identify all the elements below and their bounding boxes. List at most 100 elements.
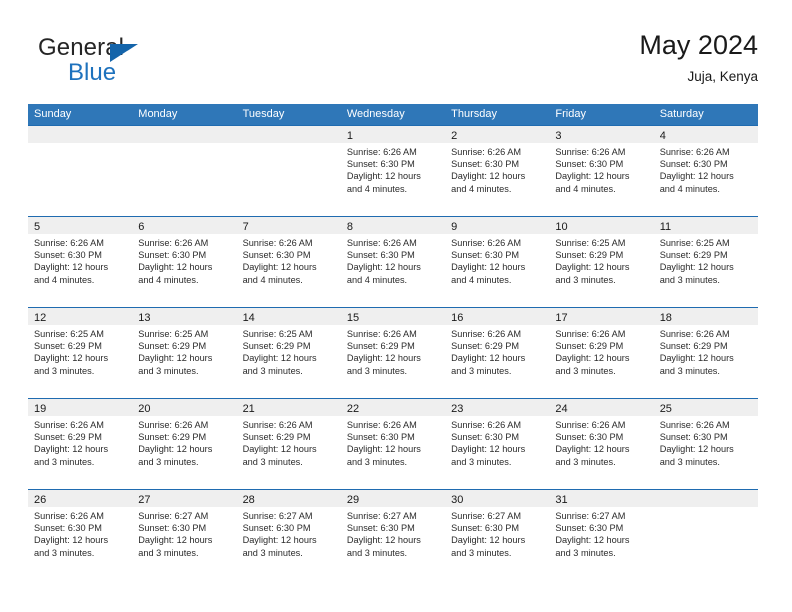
calendar-day-cell[interactable]: 10 Sunrise: 6:25 AM Sunset: 6:29 PM Dayligh… [549, 217, 654, 307]
calendar-day-cell[interactable]: 26 Sunrise: 6:26 AM Sunset: 6:30 PM Dayligh… [28, 490, 133, 580]
calendar-day-cell[interactable]: 21 Sunrise: 6:26 AM Sunset: 6:29 PM Dayligh… [236, 399, 341, 489]
calendar-day-cell-empty [653, 490, 758, 580]
calendar-page: General Blue May 2024 Juja, Kenya Sunday… [0, 0, 792, 612]
day-sun-info: Sunrise: 6:26 AM Sunset: 6:30 PM Daylight:… [445, 416, 549, 468]
day-info-line: Sunset: 6:30 PM [659, 432, 728, 443]
day-info-line: Sunrise: 6:27 AM [451, 511, 522, 521]
brand-logo[interactable]: General Blue [28, 34, 258, 92]
calendar-week-row: 5 Sunrise: 6:26 AM Sunset: 6:30 PM Daylight… [28, 216, 758, 307]
day-info-line: Sunset: 6:30 PM [451, 159, 520, 170]
day-info-line: and 3 minutes. [555, 365, 616, 376]
day-info-line: Daylight: 12 hours [555, 171, 630, 182]
day-number: 15 [346, 312, 360, 324]
day-info-line: Sunset: 6:30 PM [138, 250, 207, 261]
calendar-day-cell[interactable]: 2 Sunrise: 6:26 AM Sunset: 6:30 PM Daylight… [445, 126, 550, 216]
calendar-day-cell-empty [132, 126, 237, 216]
day-sun-info: Sunrise: 6:27 AM Sunset: 6:30 PM Daylight:… [341, 507, 445, 559]
calendar-day-cell[interactable]: 17 Sunrise: 6:26 AM Sunset: 6:29 PM Dayligh… [549, 308, 654, 398]
calendar-day-cell[interactable]: 12 Sunrise: 6:25 AM Sunset: 6:29 PM Dayligh… [28, 308, 133, 398]
day-info-line: and 3 minutes. [555, 547, 616, 558]
calendar-day-cell[interactable]: 9 Sunrise: 6:26 AM Sunset: 6:30 PM Daylight… [445, 217, 550, 307]
calendar-day-cell[interactable]: 20 Sunrise: 6:26 AM Sunset: 6:29 PM Dayligh… [132, 399, 237, 489]
calendar-day-cell[interactable]: 11 Sunrise: 6:25 AM Sunset: 6:29 PM Dayligh… [653, 217, 758, 307]
day-info-line: Sunrise: 6:26 AM [346, 329, 417, 339]
day-info-line: Sunset: 6:29 PM [346, 341, 415, 352]
day-info-line: Sunrise: 6:26 AM [242, 238, 313, 248]
day-number-band: 28 [236, 490, 341, 507]
day-info-line: Daylight: 12 hours [659, 353, 734, 364]
calendar-day-cell[interactable]: 18 Sunrise: 6:26 AM Sunset: 6:29 PM Dayligh… [653, 308, 758, 398]
calendar-day-cell[interactable]: 30 Sunrise: 6:27 AM Sunset: 6:30 PM Dayligh… [445, 490, 550, 580]
day-info-line: Sunset: 6:30 PM [659, 159, 728, 170]
day-number-band: 13 [132, 308, 237, 325]
calendar-day-cell[interactable]: 13 Sunrise: 6:25 AM Sunset: 6:29 PM Dayligh… [132, 308, 237, 398]
day-info-line: Sunrise: 6:26 AM [555, 147, 626, 157]
day-info-line: Daylight: 12 hours [555, 535, 630, 546]
calendar-day-cell[interactable]: 25 Sunrise: 6:26 AM Sunset: 6:30 PM Dayligh… [653, 399, 758, 489]
day-info-line: and 4 minutes. [34, 274, 95, 285]
day-info-line: Daylight: 12 hours [138, 353, 213, 364]
day-number: 20 [138, 403, 151, 415]
day-info-line: Sunrise: 6:26 AM [138, 420, 209, 430]
calendar-day-cell[interactable]: 7 Sunrise: 6:26 AM Sunset: 6:30 PM Daylight… [236, 217, 341, 307]
day-info-line: Daylight: 12 hours [346, 353, 421, 364]
calendar-day-cell[interactable]: 5 Sunrise: 6:26 AM Sunset: 6:30 PM Daylight… [28, 217, 133, 307]
calendar-day-cell[interactable]: 1 Sunrise: 6:26 AM Sunset: 6:30 PM Daylight… [340, 126, 446, 216]
day-number-band: 5 [28, 217, 133, 234]
day-info-line: Sunset: 6:30 PM [451, 250, 520, 261]
day-info-line: Sunset: 6:29 PM [242, 341, 311, 352]
day-number-band [132, 126, 237, 143]
day-number: 11 [659, 221, 672, 233]
day-number: 30 [451, 494, 464, 506]
day-number: 18 [659, 312, 672, 324]
calendar-day-cell[interactable]: 28 Sunrise: 6:27 AM Sunset: 6:30 PM Dayligh… [236, 490, 341, 580]
day-info-line: Sunset: 6:29 PM [555, 250, 624, 261]
day-info-line: and 3 minutes. [34, 547, 95, 558]
calendar-day-cell[interactable]: 24 Sunrise: 6:26 AM Sunset: 6:30 PM Dayligh… [549, 399, 654, 489]
calendar-day-cell[interactable]: 8 Sunrise: 6:26 AM Sunset: 6:30 PM Daylight… [340, 217, 446, 307]
day-number: 1 [346, 130, 353, 142]
calendar-day-cell[interactable]: 31 Sunrise: 6:27 AM Sunset: 6:30 PM Dayligh… [549, 490, 654, 580]
calendar-day-cell[interactable]: 23 Sunrise: 6:26 AM Sunset: 6:30 PM Dayligh… [445, 399, 550, 489]
day-info-line: and 3 minutes. [138, 456, 199, 467]
calendar-day-cell[interactable]: 14 Sunrise: 6:25 AM Sunset: 6:29 PM Dayligh… [236, 308, 341, 398]
calendar-day-cell[interactable]: 16 Sunrise: 6:26 AM Sunset: 6:29 PM Dayligh… [445, 308, 550, 398]
calendar-day-cell[interactable]: 6 Sunrise: 6:26 AM Sunset: 6:30 PM Daylight… [132, 217, 237, 307]
day-info-line: Daylight: 12 hours [451, 262, 526, 273]
day-info-line: Daylight: 12 hours [346, 262, 421, 273]
day-info-line: Sunset: 6:29 PM [242, 432, 311, 443]
calendar-day-cell[interactable]: 22 Sunrise: 6:26 AM Sunset: 6:30 PM Dayligh… [340, 399, 446, 489]
calendar-day-cell[interactable]: 19 Sunrise: 6:26 AM Sunset: 6:29 PM Dayligh… [28, 399, 133, 489]
day-info-line: and 4 minutes. [451, 183, 512, 194]
day-number-band: 7 [236, 217, 341, 234]
day-number-band: 14 [236, 308, 341, 325]
calendar-day-cell[interactable]: 15 Sunrise: 6:26 AM Sunset: 6:29 PM Dayligh… [340, 308, 446, 398]
day-info-line: Sunset: 6:29 PM [34, 341, 102, 352]
calendar-day-cell[interactable]: 4 Sunrise: 6:26 AM Sunset: 6:30 PM Daylight… [653, 126, 758, 216]
day-number-band: 16 [445, 308, 550, 325]
day-number: 27 [138, 494, 151, 506]
day-number-band: 30 [445, 490, 550, 507]
day-info-line: Sunrise: 6:26 AM [138, 238, 209, 248]
day-info-line: and 3 minutes. [346, 365, 408, 376]
day-info-line: and 4 minutes. [555, 183, 616, 194]
day-number: 8 [346, 221, 353, 233]
day-number-band [236, 126, 341, 143]
day-sun-info: Sunrise: 6:26 AM Sunset: 6:30 PM Daylight:… [549, 416, 653, 468]
day-info-line: and 3 minutes. [242, 365, 303, 376]
day-sun-info: Sunrise: 6:26 AM Sunset: 6:29 PM Daylight:… [132, 416, 236, 468]
day-info-line: Sunset: 6:29 PM [34, 432, 102, 443]
day-sun-info: Sunrise: 6:27 AM Sunset: 6:30 PM Daylight:… [445, 507, 549, 559]
day-info-line: and 3 minutes. [138, 547, 199, 558]
day-number-band [653, 490, 758, 507]
day-info-line: Sunrise: 6:26 AM [555, 329, 626, 339]
day-info-line: Sunset: 6:30 PM [451, 432, 520, 443]
calendar-day-cell[interactable]: 27 Sunrise: 6:27 AM Sunset: 6:30 PM Dayligh… [132, 490, 237, 580]
calendar-day-cell[interactable]: 29 Sunrise: 6:27 AM Sunset: 6:30 PM Dayligh… [340, 490, 446, 580]
day-info-line: Sunset: 6:29 PM [138, 341, 207, 352]
calendar-day-cell[interactable]: 3 Sunrise: 6:26 AM Sunset: 6:30 PM Daylight… [549, 126, 654, 216]
brand-name-blue: Blue [68, 59, 117, 86]
day-number-band: 15 [340, 308, 446, 325]
day-info-line: and 3 minutes. [346, 456, 408, 467]
day-info-line: Daylight: 12 hours [242, 444, 317, 455]
